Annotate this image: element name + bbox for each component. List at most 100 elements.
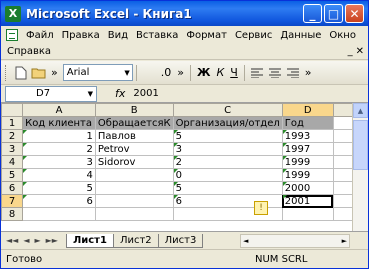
- underline-button[interactable]: Ч: [227, 66, 241, 79]
- vertical-scrollbar[interactable]: ▲: [352, 103, 368, 231]
- cell-d6[interactable]: 2000: [281, 181, 334, 195]
- tab-sheet2[interactable]: Лист2: [112, 233, 159, 248]
- column-header-b[interactable]: B: [94, 103, 174, 117]
- cell-b5[interactable]: [94, 168, 174, 182]
- tab-sheet3[interactable]: Лист3: [157, 233, 204, 248]
- scroll-right-icon[interactable]: ►: [342, 237, 347, 245]
- align-left-icon[interactable]: [248, 64, 266, 82]
- error-warning-icon[interactable]: !: [254, 201, 268, 215]
- cell-c6[interactable]: 5: [172, 181, 283, 195]
- scroll-thumb[interactable]: [353, 120, 368, 170]
- row-header[interactable]: 7: [1, 194, 24, 208]
- prev-sheet-icon[interactable]: ◄: [23, 236, 29, 245]
- cell-b7[interactable]: [94, 194, 174, 208]
- cell-a2[interactable]: 1: [22, 129, 96, 143]
- column-header-d[interactable]: D: [281, 103, 334, 117]
- menu-insert[interactable]: Вставка: [132, 30, 182, 41]
- minimize-button[interactable]: _: [303, 4, 322, 23]
- bold-button[interactable]: Ж: [194, 66, 213, 79]
- menu-file[interactable]: Файл: [22, 30, 58, 41]
- new-icon[interactable]: [12, 64, 30, 82]
- cell-c3[interactable]: 3: [172, 142, 283, 156]
- cell-a3[interactable]: 2: [22, 142, 96, 156]
- menu-window[interactable]: Окно: [325, 30, 360, 41]
- cell-a1[interactable]: Код клиента: [22, 116, 96, 130]
- insert-function-icon[interactable]: fx: [115, 87, 125, 100]
- cell-d3[interactable]: 1997: [281, 142, 334, 156]
- row-header[interactable]: 1: [1, 116, 24, 130]
- open-folder-icon[interactable]: [30, 64, 48, 82]
- cell-d2[interactable]: 1993: [281, 129, 334, 143]
- name-box[interactable]: D7 ▼: [5, 85, 97, 102]
- horizontal-scrollbar[interactable]: ◄ ►: [240, 233, 350, 248]
- row-header[interactable]: 6: [1, 181, 24, 195]
- chevron-down-icon[interactable]: ▼: [124, 69, 131, 77]
- cell-d1[interactable]: Год: [281, 116, 334, 130]
- align-right-icon[interactable]: [284, 64, 302, 82]
- menu-view[interactable]: Вид: [104, 30, 132, 41]
- cell-a7[interactable]: 6: [22, 194, 96, 208]
- cell-c5[interactable]: 0: [172, 168, 283, 182]
- cell-a8[interactable]: [22, 207, 96, 221]
- toolbar-separator: [243, 64, 245, 81]
- first-sheet-icon[interactable]: ◄◄: [6, 236, 18, 245]
- menu-format[interactable]: Формат: [182, 30, 231, 41]
- cell-d5[interactable]: 1999: [281, 168, 334, 182]
- toolbar-overflow-chevron-2[interactable]: »: [174, 66, 187, 79]
- font-name-select[interactable]: Arial ▼: [62, 64, 133, 81]
- menu-help[interactable]: Справка: [3, 46, 55, 57]
- excel-app-icon[interactable]: X: [5, 5, 21, 22]
- toolbar-overflow-chevron-3[interactable]: »: [302, 66, 315, 79]
- row-header[interactable]: 5: [1, 168, 24, 182]
- select-all-corner[interactable]: [1, 103, 24, 117]
- cell-d8[interactable]: [281, 207, 334, 221]
- cell-c1[interactable]: Организация/отдел: [172, 116, 283, 130]
- cell-a4[interactable]: 3: [22, 155, 96, 169]
- last-sheet-icon[interactable]: ►►: [46, 236, 58, 245]
- formula-input[interactable]: 2001: [133, 88, 158, 99]
- menu-edit[interactable]: Правка: [58, 30, 104, 41]
- toolbar-grip[interactable]: [5, 64, 8, 81]
- cell-a5[interactable]: 4: [22, 168, 96, 182]
- cell-b3[interactable]: Petrov: [94, 142, 174, 156]
- cell-c2[interactable]: 5: [172, 129, 283, 143]
- sheet-navigation: ◄◄ ◄ ► ►►: [6, 236, 58, 245]
- worksheet-grid[interactable]: A B C D 1 Код клиента ОбращаетсяК Органи…: [1, 103, 368, 231]
- cell-b2[interactable]: Павлов: [94, 129, 174, 143]
- column-header-c[interactable]: C: [172, 103, 283, 117]
- menu-tools[interactable]: Сервис: [231, 30, 276, 41]
- status-bar: Готово NUM SCRL: [1, 249, 368, 268]
- cell-c4[interactable]: 2: [172, 155, 283, 169]
- cell-b6[interactable]: [94, 181, 174, 195]
- workbook-window-buttons: _ ✕: [348, 46, 364, 57]
- tab-sheet1[interactable]: Лист1: [65, 233, 114, 248]
- italic-button[interactable]: К: [213, 66, 227, 79]
- row-header[interactable]: 2: [1, 129, 24, 143]
- scroll-left-icon[interactable]: ◄: [243, 237, 248, 245]
- menu-data[interactable]: Данные: [276, 30, 325, 41]
- maximize-button[interactable]: □: [324, 4, 343, 23]
- font-name-value: Arial: [66, 67, 90, 78]
- align-center-icon[interactable]: [266, 64, 284, 82]
- cell-b1[interactable]: ОбращаетсяК: [94, 116, 174, 130]
- row-header[interactable]: 8: [1, 207, 24, 221]
- row-header[interactable]: 4: [1, 155, 24, 169]
- chevron-down-icon[interactable]: ▼: [88, 90, 93, 98]
- next-sheet-icon[interactable]: ►: [34, 236, 40, 245]
- toolbar-separator: [189, 64, 191, 81]
- cell-d4[interactable]: 1999: [281, 155, 334, 169]
- decrease-decimal-button[interactable]: .0: [158, 66, 175, 79]
- toolbar-overflow-chevron[interactable]: »: [48, 66, 61, 79]
- cell-a6[interactable]: 5: [22, 181, 96, 195]
- row-header[interactable]: 3: [1, 142, 24, 156]
- workbook-close-button[interactable]: ✕: [356, 46, 364, 57]
- cell-b4[interactable]: Sidorov: [94, 155, 174, 169]
- column-header-a[interactable]: A: [22, 103, 96, 117]
- close-button[interactable]: ✕: [345, 4, 364, 23]
- workbook-minimize-button[interactable]: _: [348, 46, 353, 57]
- scroll-up-icon[interactable]: ▲: [353, 103, 368, 118]
- cell-b8[interactable]: [94, 207, 174, 221]
- cell-d7-active[interactable]: 2001: [281, 194, 334, 208]
- workbook-icon[interactable]: [6, 29, 18, 41]
- menu-bar: Файл Правка Вид Вставка Формат Сервис Да…: [1, 26, 368, 44]
